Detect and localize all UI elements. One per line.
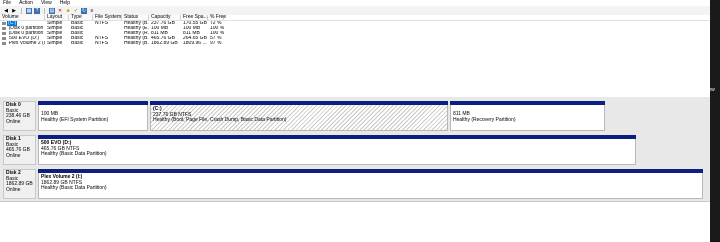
table-cell: Simple (47, 41, 63, 46)
column-header-file-system[interactable]: File System (93, 15, 122, 20)
volume-list: Volume Layout Type File System Status Ca… (0, 15, 710, 99)
partition-d-drive[interactable]: 500 EVO (D:) 465.76 GB NTFS Healthy (Bas… (38, 135, 636, 165)
check-icon[interactable]: ✓ (73, 8, 79, 14)
partition-c-drive[interactable]: (C:) 237.76 GB NTFS Healthy (Boot, Page … (150, 101, 448, 131)
forward-icon[interactable]: ▶ (11, 8, 17, 14)
back-icon[interactable]: ◀ (3, 8, 9, 14)
table-row[interactable]: Plex Volume 2 (I:) Simple Basic NTFS Hea… (0, 41, 710, 46)
disk-status: Online (6, 152, 21, 159)
disk-status: Online (6, 186, 21, 193)
partition-status: Healthy (EFI System Partition) (41, 116, 109, 123)
grid-icon[interactable]: ▦ (26, 7, 32, 14)
toolbar-separator (44, 7, 45, 14)
partition-status: Healthy (Recovery Partition) (453, 116, 516, 123)
table-cell: 97 % (210, 41, 222, 46)
drive-icon (2, 22, 6, 25)
drive-icon (2, 37, 6, 40)
partition-status: Healthy (Boot, Page File, Crash Dump, Ba… (153, 117, 287, 123)
toolbar-separator (21, 7, 22, 14)
drive-icon (2, 27, 6, 30)
partition-i-drive[interactable]: Plex Volume 2 (I:) 1862.89 GB NTFS Healt… (38, 169, 703, 199)
column-header-status[interactable]: Status (122, 15, 149, 20)
table-cell: Healthy (B... (124, 41, 149, 46)
disk-status: Online (6, 118, 21, 125)
column-header-layout[interactable]: Layout (45, 15, 69, 20)
column-header-percent-free[interactable]: % Free (208, 15, 226, 20)
disk-row: Disk 1 Basic 465.76 GB Online 500 EVO (D… (3, 135, 703, 165)
table-cell: 1809.96 ... (183, 41, 207, 46)
drive-icon (2, 42, 6, 45)
format-icon[interactable]: ✕ (57, 8, 63, 14)
partition-bar (450, 101, 605, 105)
table-cell: Basic (71, 41, 84, 46)
column-header-volume[interactable]: Volume (0, 15, 45, 20)
actions-pane: View (704, 0, 720, 241)
partition-status: Healthy (Basic Data Partition) (41, 185, 107, 191)
volume-name: Plex Volume 2 (I:) (8, 41, 45, 46)
drive-icon (2, 32, 6, 35)
disk-row: Disk 0 Basic 238.46 GB Online 100 MB Hea… (3, 101, 703, 131)
empty-area (0, 201, 710, 242)
table-cell: 1862.89 GB (151, 41, 178, 46)
disk-row: Disk 2 Basic 1862.89 GB Online Plex Volu… (3, 169, 703, 199)
partition-bar (38, 135, 636, 139)
column-header-free-space[interactable]: Free Spa... (181, 15, 208, 20)
help-icon[interactable]: ? (34, 7, 40, 14)
column-header-capacity[interactable]: Capacity (149, 15, 181, 20)
partition-bar (38, 101, 148, 105)
disk-map-pane: Disk 0 Basic 238.46 GB Online 100 MB Hea… (0, 97, 710, 201)
table-cell: NTFS (95, 41, 109, 46)
more-actions-view[interactable]: View (704, 87, 720, 93)
disk-label[interactable]: Disk 1 Basic 465.76 GB Online (3, 135, 36, 165)
disk-label[interactable]: Disk 2 Basic 1862.89 GB Online (3, 169, 36, 199)
refresh-icon[interactable]: ↻ (81, 7, 87, 14)
disk-label[interactable]: Disk 0 Basic 238.46 GB Online (3, 101, 36, 131)
partition-bar (38, 169, 703, 173)
partition-status: Healthy (Basic Data Partition) (41, 151, 107, 157)
column-header-type[interactable]: Type (69, 15, 93, 20)
list-icon[interactable]: ≡ (89, 8, 95, 14)
folder-icon[interactable]: ■ (65, 8, 71, 14)
partition-recovery[interactable]: 811 MB Healthy (Recovery Partition) (450, 101, 605, 131)
partition-bar (150, 101, 448, 105)
properties-icon[interactable]: ▤ (49, 7, 55, 14)
partition-efi[interactable]: 100 MB Healthy (EFI System Partition) (38, 101, 148, 131)
